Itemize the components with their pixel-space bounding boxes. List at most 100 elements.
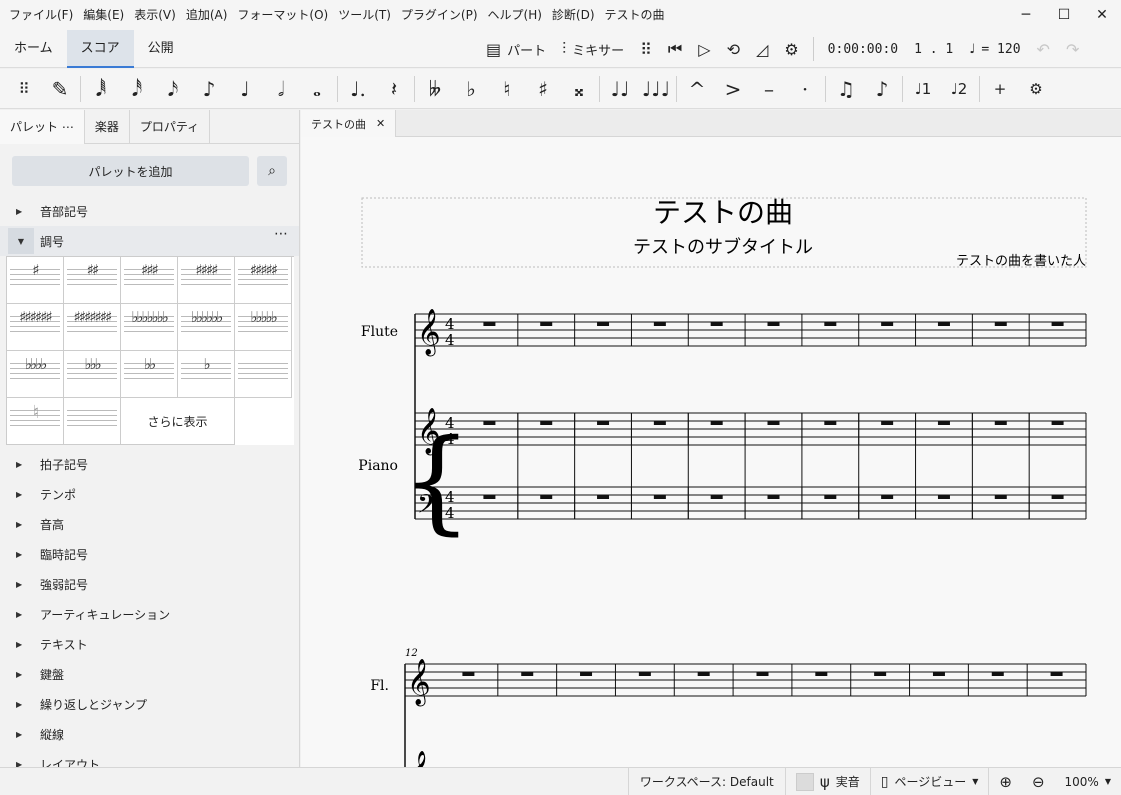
key-signature-cell[interactable]: ♮ — [7, 398, 64, 445]
menu-item[interactable]: 表示(V) — [129, 0, 181, 30]
quarter-note-icon[interactable]: ♩ — [227, 71, 263, 107]
flute-name[interactable]: Flute — [361, 324, 398, 340]
key-signature-cell[interactable]: ♭♭ — [121, 351, 178, 398]
whole-note-icon[interactable]: 𝅝 — [299, 71, 335, 107]
score-view[interactable]: テストの曲 テストのサブタイトル テストの曲を書いた人 Flute Piano … — [301, 137, 1121, 767]
menu-item[interactable]: フォーマット(O) — [232, 0, 333, 30]
menu-item[interactable]: 追加(A) — [181, 0, 233, 30]
search-icon[interactable]: ⌕ — [257, 156, 287, 186]
tab-score[interactable]: スコア — [66, 29, 134, 68]
document-tab[interactable]: テストの曲 ✕ — [301, 110, 397, 137]
view-mode-selector[interactable]: ▯ ページビュー ▼ — [871, 768, 989, 795]
drag-handle-icon[interactable]: ⠿ — [632, 30, 660, 68]
close-tab-icon[interactable]: ✕ — [376, 117, 385, 130]
palette-key-signatures[interactable]: ▼ 調号 ⋯ — [0, 226, 299, 256]
flat-icon[interactable]: ♭ — [453, 71, 489, 107]
natural-icon[interactable]: ♮ — [489, 71, 525, 107]
marcato-icon[interactable]: ^ — [679, 71, 715, 107]
show-more-button[interactable]: さらに表示 — [121, 398, 235, 445]
score-composer[interactable]: テストの曲を書いた人 — [956, 254, 1086, 269]
half-note-icon[interactable]: 𝅗𝅥 — [263, 71, 299, 107]
zoom-selector[interactable]: 100% ▼ — [1055, 768, 1121, 795]
key-signature-cell[interactable]: ♯♯ — [64, 257, 121, 304]
menu-item[interactable]: プラグイン(P) — [396, 0, 483, 30]
settings-icon[interactable]: ⚙ — [1018, 71, 1054, 107]
menu-item[interactable]: 診断(D) — [547, 0, 600, 30]
palette-group[interactable]: ▶ テンポ — [0, 479, 299, 509]
palette-group[interactable]: ▶ 音高 — [0, 509, 299, 539]
workspace-selector[interactable]: ワークスペース: Default — [629, 768, 785, 795]
tie-icon[interactable]: ♩♩ — [602, 71, 638, 107]
maximize-button[interactable]: ☐ — [1045, 0, 1083, 30]
voice-1-icon[interactable]: ♩1 — [905, 71, 941, 107]
parts-button[interactable]: ▤ パート — [478, 30, 554, 68]
menu-item[interactable]: ヘルプ(H) — [483, 0, 547, 30]
key-signature-cell[interactable]: ♯♯♯ — [121, 257, 178, 304]
key-signature-cell[interactable]: ♯♯♯♯♯♯ — [7, 304, 64, 351]
menu-item[interactable]: ツール(T) — [333, 0, 396, 30]
mixer-button[interactable]: ⫶ ミキサー — [554, 30, 632, 68]
tuplet-icon[interactable]: ♫ — [828, 71, 864, 107]
tab-instruments[interactable]: 楽器 — [85, 110, 130, 144]
minimize-button[interactable]: ─ — [1007, 0, 1045, 30]
piano-name[interactable]: Piano — [358, 458, 398, 474]
flute-short-name[interactable]: Fl. — [370, 678, 389, 694]
voice-2-icon[interactable]: ♩2 — [941, 71, 977, 107]
score-subtitle[interactable]: テストのサブタイトル — [633, 236, 813, 258]
palette-group[interactable]: ▶ 臨時記号 — [0, 539, 299, 569]
tenuto-icon[interactable]: – — [751, 71, 787, 107]
8th-note-icon[interactable]: ♪ — [191, 71, 227, 107]
palette-group[interactable]: ▶ 繰り返しとジャンプ — [0, 689, 299, 719]
64th-note-icon[interactable]: 𝅘𝅥𝅱 — [83, 71, 119, 107]
double-flat-icon[interactable]: 𝄫 — [417, 71, 453, 107]
double-sharp-icon[interactable]: 𝄪 — [561, 71, 597, 107]
palette-group[interactable]: ▶ アーティキュレーション — [0, 599, 299, 629]
rest-icon[interactable]: 𝄽 — [376, 71, 412, 107]
close-button[interactable]: ✕ — [1083, 0, 1121, 30]
play-icon[interactable]: ▷ — [690, 30, 718, 68]
key-signature-cell[interactable] — [235, 351, 292, 398]
palette-group[interactable]: ▶ 縦線 — [0, 719, 299, 749]
key-signature-cell[interactable]: ♯ — [7, 257, 64, 304]
palette-group[interactable]: ▶ 音部記号 — [0, 196, 299, 226]
note-input-icon[interactable]: ✎ — [42, 71, 78, 107]
slur-icon[interactable]: ♩♩♩ — [638, 71, 674, 107]
redo-icon[interactable]: ↷ — [1058, 30, 1087, 68]
tab-publish[interactable]: 公開 — [134, 30, 188, 68]
key-signature-cell[interactable]: ♭♭♭♭♭ — [235, 304, 292, 351]
menu-item[interactable]: ファイル(F) — [4, 0, 78, 30]
key-signature-cell[interactable]: ♯♯♯♯♯♯♯ — [64, 304, 121, 351]
tab-home[interactable]: ホーム — [0, 30, 67, 68]
accent-icon[interactable]: > — [715, 71, 751, 107]
more-icon[interactable]: ⋯ — [274, 226, 289, 242]
palette-group[interactable]: ▶ テキスト — [0, 629, 299, 659]
zoom-out-icon[interactable]: ⊖ — [1022, 768, 1055, 795]
palette-group[interactable]: ▶ 強弱記号 — [0, 569, 299, 599]
palette-group[interactable]: ▶ 拍子記号 — [0, 449, 299, 479]
key-signature-cell[interactable]: ♭♭♭ — [64, 351, 121, 398]
add-palette-button[interactable]: パレットを追加 — [12, 156, 250, 186]
staccato-icon[interactable]: · — [787, 71, 823, 107]
key-signature-cell[interactable]: ♯♯♯♯ — [178, 257, 235, 304]
key-signature-cell[interactable]: ♭♭♭♭♭♭♭ — [121, 304, 178, 351]
loop-icon[interactable]: ⟲ — [719, 30, 748, 68]
16th-note-icon[interactable]: 𝅘𝅥𝅯 — [155, 71, 191, 107]
key-signature-cell[interactable]: ♭♭♭♭♭♭ — [178, 304, 235, 351]
sharp-icon[interactable]: ♯ — [525, 71, 561, 107]
zoom-in-icon[interactable]: ⊕ — [989, 768, 1022, 795]
32nd-note-icon[interactable]: 𝅘𝅥𝅰 — [119, 71, 155, 107]
tempo-display[interactable]: ♩ = 120 — [961, 30, 1028, 68]
score-title[interactable]: テストの曲 — [653, 196, 793, 229]
playback-settings-icon[interactable]: ⚙ — [776, 30, 806, 68]
concert-pitch-toggle[interactable]: ψ 実音 — [786, 768, 870, 795]
tab-palettes[interactable]: パレット ⋯ — [0, 110, 85, 144]
key-signature-cell[interactable]: ♭♭♭♭ — [7, 351, 64, 398]
undo-icon[interactable]: ↶ — [1029, 30, 1058, 68]
key-signature-cell[interactable] — [64, 398, 121, 445]
metronome-icon[interactable]: ◿ — [748, 30, 776, 68]
palette-group[interactable]: ▶ 鍵盤 — [0, 659, 299, 689]
flip-icon[interactable]: ♪ — [864, 71, 900, 107]
palette-group[interactable]: ▶ レイアウト — [0, 749, 299, 768]
key-signature-cell[interactable]: ♯♯♯♯♯ — [235, 257, 292, 304]
add-icon[interactable]: + — [982, 71, 1018, 107]
